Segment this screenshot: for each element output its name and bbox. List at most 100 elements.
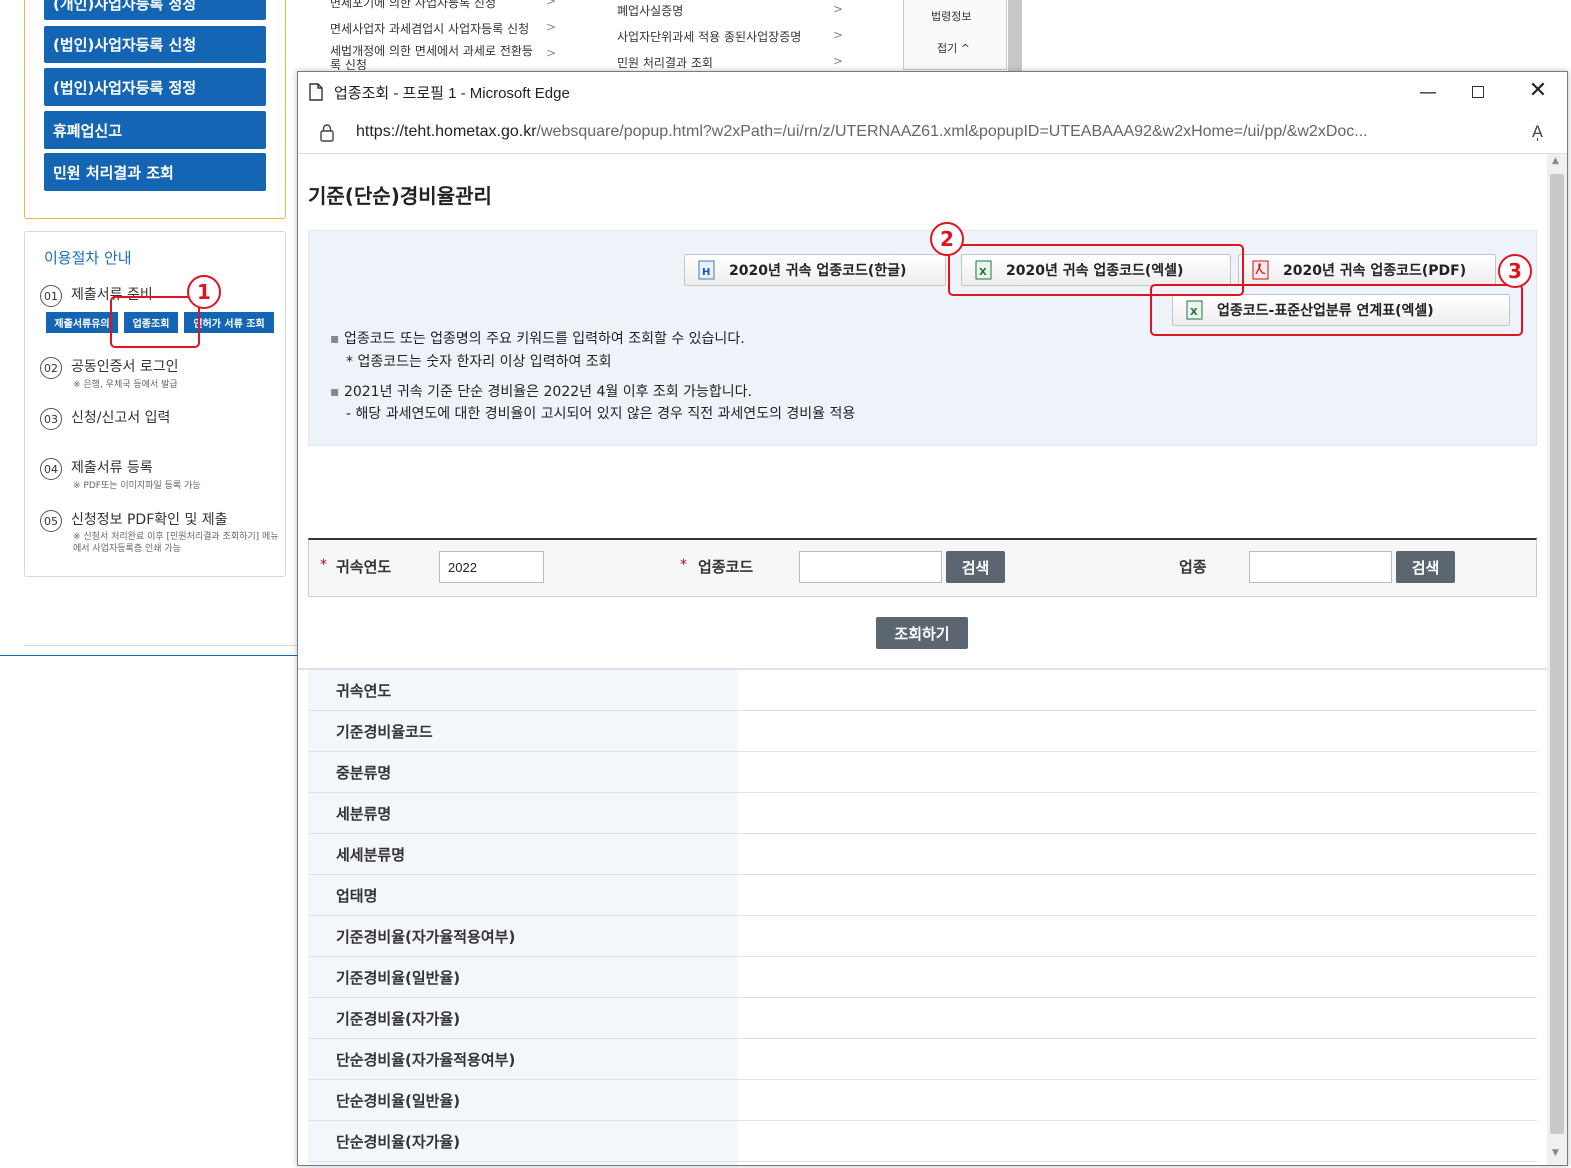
bg-box-edge (24, 645, 297, 646)
vertical-scrollbar[interactable]: ▲ ▼ (1547, 154, 1567, 1165)
result-row-label: 기준경비율(자가율적용여부) (308, 916, 738, 957)
pdf-file-icon (1252, 260, 1269, 280)
result-row-value (738, 752, 1537, 793)
bg-menu-item[interactable]: 면세포기에 의한 사업자등록 신청 (330, 0, 496, 11)
download-pdf-button[interactable]: 2020년 귀속 업종코드(PDF) (1238, 254, 1496, 286)
url-text[interactable]: https://teht.hometax.go.kr/websquare/pop… (356, 123, 1368, 141)
chevron-right-icon: > (833, 54, 844, 68)
result-row-label: 기준경비율(자가율) (308, 998, 738, 1039)
url-host: https://teht.hometax.go.kr (356, 123, 537, 140)
step-label: 공동인증서 로그인 (71, 359, 179, 375)
result-row-label: 단순경비율(자가율적용여부) (308, 1039, 738, 1080)
menu-closure-report-button[interactable]: 휴폐업신고 (44, 111, 266, 149)
download-hangul-button[interactable]: H 2020년 귀속 업종코드(한글) (684, 254, 946, 286)
popup-window: 업종조회 - 프로필 1 - Microsoft Edge — ✕ https:… (297, 71, 1568, 1166)
page-content: 기준(단순)경비율관리 H 2020년 귀속 업종코드(한글) X 2020년 … (298, 154, 1547, 1165)
industry-code-input[interactable] (799, 551, 942, 583)
info-text: 2021년 귀속 기준 단순 경비율은 2022년 4월 이후 조회 가능합니다… (343, 384, 752, 400)
step-number: 03 (40, 408, 62, 430)
info-bullet: ▪ 업종코드 또는 업종명의 주요 키워드를 입력하여 조회할 수 있습니다. (330, 331, 745, 347)
result-row-label: 중분류명 (308, 752, 738, 793)
scroll-up-icon[interactable]: ▲ (1552, 156, 1559, 166)
law-info-link[interactable]: 법령정보 (931, 8, 971, 24)
scroll-thumb[interactable] (1550, 174, 1564, 1134)
info-text: 업종코드 또는 업종명의 주요 키워드를 입력하여 조회할 수 있습니다. (343, 331, 745, 347)
step-number: 01 (40, 285, 62, 307)
guide-step: 02 공동인증서 로그인 (40, 357, 179, 379)
result-row-value (738, 1039, 1537, 1080)
result-row-value (738, 916, 1537, 957)
step-label: 제출서류 등록 (71, 460, 153, 476)
chevron-right-icon: > (833, 2, 844, 16)
result-row-value (738, 793, 1537, 834)
hwp-file-icon: H (698, 260, 715, 280)
bg-menu-item[interactable]: 사업자단위과세 적용 종된사업장증명 (617, 28, 801, 45)
result-row-label: 기준경비율(일반율) (308, 957, 738, 998)
industry-input[interactable] (1249, 551, 1392, 583)
page-title: 기준(단순)경비율관리 (308, 184, 492, 208)
chip-doc-notice[interactable]: 제출서류유의 (46, 312, 118, 333)
result-table: 귀속연도 기준경비율코드 중분류명 세분류명 세세분류명 업태명 기준경비율(자가율적용여부… (298, 668, 1547, 1165)
window-title: 업종조회 - 프로필 1 - Microsoft Edge (334, 84, 570, 102)
result-row-value (738, 1080, 1537, 1121)
url-path: /websquare/popup.html?w2xPath=/ui/rn/z/U… (536, 123, 1368, 140)
page-icon (309, 83, 323, 101)
maximize-icon[interactable] (1458, 80, 1498, 104)
result-row-value (738, 998, 1537, 1039)
result-row-value (738, 670, 1537, 711)
code-search-button[interactable]: 검색 (946, 551, 1005, 583)
year-label: 귀속연도 (336, 558, 392, 576)
result-row-label: 단순경비율(자가율) (308, 1121, 738, 1162)
result-row-label: 귀속연도 (308, 670, 738, 711)
scroll-down-icon[interactable]: ▼ (1552, 1148, 1559, 1158)
bg-divider (0, 655, 297, 656)
download-hangul-label: 2020년 귀속 업종코드(한글) (729, 263, 907, 279)
query-button[interactable]: 조회하기 (876, 617, 968, 649)
bg-menu-item[interactable]: 폐업사실증명 (617, 2, 683, 19)
step-note: ※ 신청서 처리완료 이후 [민원처리결과 조회하기] 메뉴에서 사업자등록증 … (73, 532, 279, 554)
result-row-label: 기준경비율코드 (308, 711, 738, 752)
result-row-value (738, 1121, 1537, 1162)
bg-menu-item[interactable]: 민원 처리결과 조회 (617, 54, 713, 71)
step-number: 04 (40, 458, 62, 480)
guide-step: 05 신청정보 PDF확인 및 제출 (40, 510, 228, 532)
result-row-label: 적용범위 및 기준 (308, 1162, 738, 1165)
info-subtext: - 해당 과세연도에 대한 경비율이 고시되어 있지 않은 경우 직전 과세연도… (346, 406, 856, 422)
industry-search-button[interactable]: 검색 (1396, 551, 1455, 583)
minimize-icon[interactable]: — (1408, 82, 1448, 103)
required-mark: * (320, 557, 327, 573)
result-row-value (738, 875, 1537, 916)
step-label: 신청/신고서 입력 (71, 410, 171, 426)
chevron-right-icon: > (546, 0, 557, 8)
svg-text:H: H (702, 267, 710, 278)
highlight-box-mapping-download (1150, 284, 1523, 336)
result-row-value (738, 834, 1537, 875)
bg-menu-item[interactable]: 면세사업자 과세겸업시 사업자등록 신청 (330, 20, 529, 37)
result-row-label: 세세분류명 (308, 834, 738, 875)
industry-label: 업종 (1179, 558, 1207, 576)
chevron-right-icon: > (546, 46, 557, 60)
year-input[interactable]: 2022 (439, 551, 544, 583)
menu-corp-biz-correct-button[interactable]: (법인)사업자등록 정정 (44, 68, 266, 106)
menu-corp-biz-register-button[interactable]: (법인)사업자등록 신청 (44, 26, 266, 63)
step-number: 02 (40, 357, 62, 379)
menu-civil-result-button[interactable]: 민원 처리결과 조회 (44, 153, 266, 191)
lock-icon (320, 124, 334, 142)
collapse-link[interactable]: 접기 ^ (937, 40, 970, 56)
download-pdf-label: 2020년 귀속 업종코드(PDF) (1283, 263, 1467, 279)
result-row-value (738, 711, 1537, 752)
result-row-label: 단순경비율(일반율) (308, 1080, 738, 1121)
info-subtext: * 업종코드는 숫자 한자리 이상 입력하여 조회 (346, 354, 612, 370)
read-aloud-icon[interactable]: A̩ (1532, 122, 1543, 141)
step-note: ※ 은행, 우체국 등에서 발급 (73, 380, 178, 390)
result-row-value (738, 957, 1537, 998)
guide-step: 03 신청/신고서 입력 (40, 408, 170, 430)
bg-menu-item[interactable]: 세법개정에 의한 면세에서 과세로 전환등 록 신청 (330, 44, 540, 70)
annotation-badge: 2 (930, 222, 964, 256)
chevron-right-icon: > (546, 20, 557, 34)
menu-individual-biz-correct-button[interactable]: (개인)사업자등록 정정 (44, 0, 266, 20)
address-bar[interactable]: https://teht.hometax.go.kr/websquare/pop… (298, 112, 1567, 154)
chevron-right-icon: > (833, 28, 844, 42)
result-row-label: 업태명 (308, 875, 738, 916)
close-icon[interactable]: ✕ (1518, 78, 1558, 106)
